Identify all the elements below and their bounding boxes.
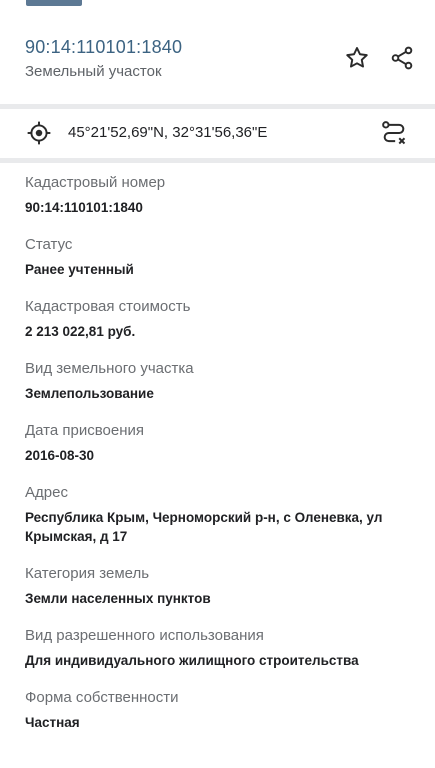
- top-tab-indicator: [26, 0, 82, 6]
- field-label: Вид разрешенного использования: [25, 627, 264, 644]
- coordinates-row[interactable]: 45°21'52,69"N, 32°31'56,36"E: [0, 109, 435, 158]
- field-value: Частная: [25, 715, 80, 730]
- field-status: Статус Ранее учтенный: [25, 235, 415, 279]
- field-label: Статус: [25, 236, 73, 253]
- header-cadastral-number: 90:14:110101:1840: [25, 37, 183, 57]
- field-assignment-date: Дата присвоения 2016-08-30: [25, 421, 415, 465]
- field-land-type: Вид земельного участка Землепользование: [25, 359, 415, 403]
- field-label: Дата присвоения: [25, 422, 144, 439]
- field-cadastral-value: Кадастровая стоимость 2 213 022,81 руб.: [25, 297, 415, 341]
- field-value: 2016-08-30: [25, 448, 95, 463]
- field-label: Вид земельного участка: [25, 360, 194, 377]
- route-clear-icon[interactable]: [380, 119, 408, 152]
- field-cadastral-number: Кадастровый номер 90:14:110101:1840: [25, 173, 415, 217]
- details-list: Кадастровый номер 90:14:110101:1840 Стат…: [25, 163, 415, 732]
- field-value: 2 213 022,81 руб.: [25, 324, 136, 339]
- share-icon: [391, 46, 413, 70]
- field-label: Адрес: [25, 484, 68, 501]
- field-value: Земли населенных пунктов: [25, 591, 211, 606]
- field-label: Категория земель: [25, 565, 150, 582]
- crosshair-icon[interactable]: [26, 120, 52, 151]
- star-icon: [346, 47, 368, 68]
- field-label: Кадастровая стоимость: [25, 298, 191, 315]
- field-label: Кадастровый номер: [25, 174, 166, 191]
- header-object-type: Земельный участок: [25, 63, 162, 80]
- field-permitted-use: Вид разрешенного использования Для индив…: [25, 626, 415, 670]
- field-land-category: Категория земель Земли населенных пункто…: [25, 564, 415, 608]
- favorite-button[interactable]: [340, 41, 374, 75]
- field-value: Ранее учтенный: [25, 262, 134, 277]
- field-ownership-form: Форма собственности Частная: [25, 688, 415, 732]
- field-value: Землепользование: [25, 386, 154, 401]
- field-value: Республика Крым, Черноморский р-н, с Оле…: [25, 510, 383, 544]
- field-value: 90:14:110101:1840: [25, 200, 143, 215]
- field-label: Форма собственности: [25, 689, 179, 706]
- field-address: Адрес Республика Крым, Черноморский р-н,…: [25, 483, 415, 546]
- field-value: Для индивидуального жилищного строительс…: [25, 653, 359, 668]
- object-header: 90:14:110101:1840 Земельный участок: [0, 0, 435, 104]
- share-button[interactable]: [385, 41, 419, 75]
- coordinates-text: 45°21'52,69"N, 32°31'56,36"E: [68, 124, 268, 141]
